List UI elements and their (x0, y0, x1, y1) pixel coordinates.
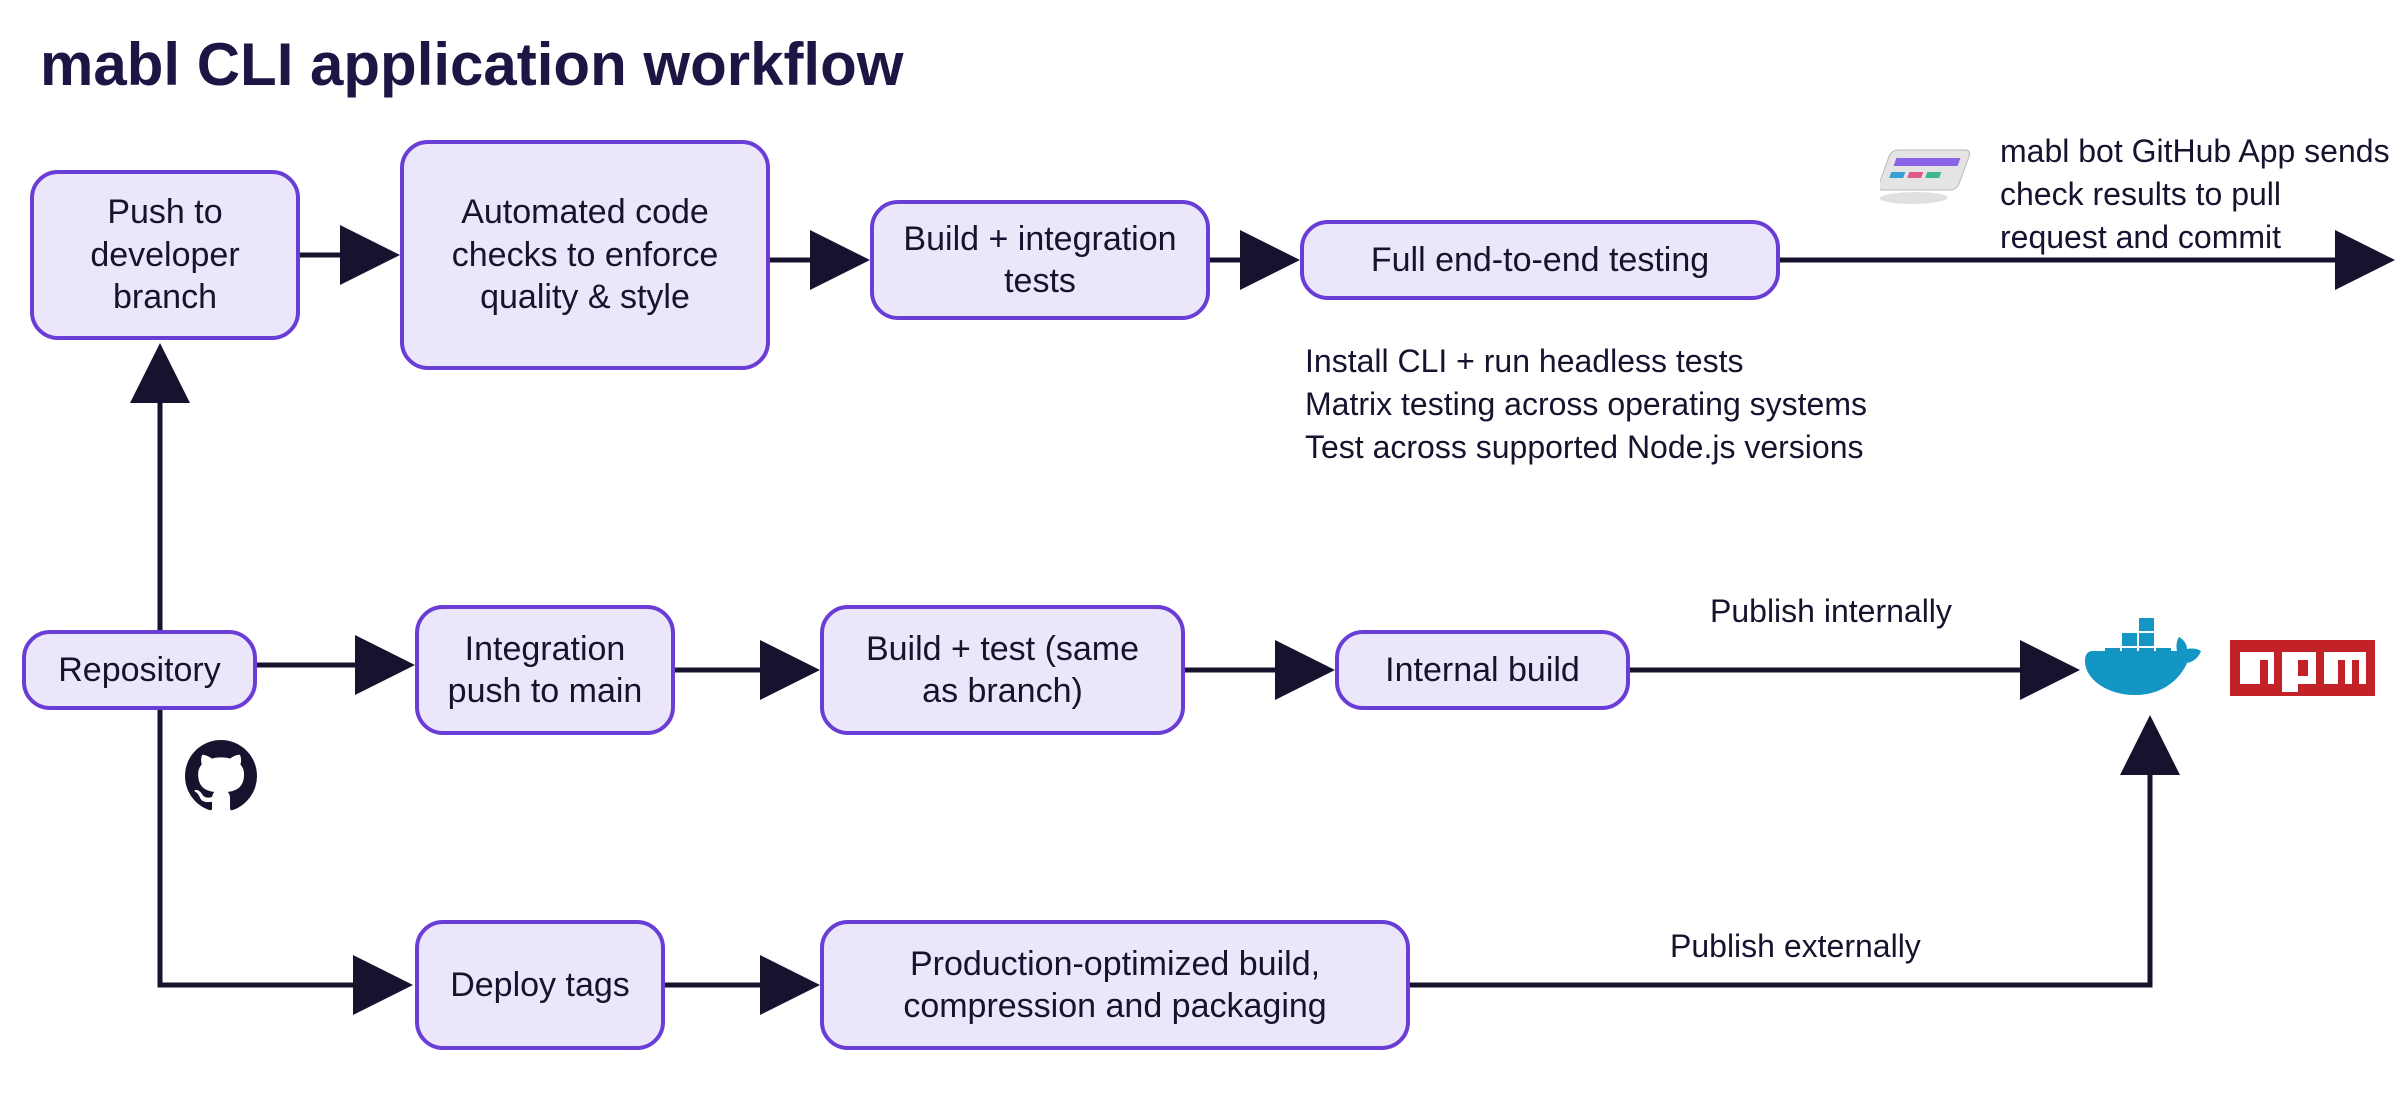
node-repo: Repository (22, 630, 257, 710)
mabl-bot-icon (1880, 140, 1980, 210)
npm-icon (2230, 640, 2375, 696)
node-deploy: Deploy tags (415, 920, 665, 1050)
node-internal: Internal build (1335, 630, 1630, 710)
node-build-test: Build + test (same as branch) (820, 605, 1185, 735)
annotation-pub-int: Publish internally (1710, 590, 1952, 633)
docker-icon (2085, 610, 2205, 700)
annotation-bot: mabl bot GitHub App sends check results … (2000, 130, 2390, 260)
annotation-pub-ext: Publish externally (1670, 925, 1921, 968)
node-push-dev: Push to developer branch (30, 170, 300, 340)
github-icon (185, 740, 257, 812)
diagram-title: mabl CLI application workflow (40, 30, 903, 99)
node-build-int: Build + integration tests (870, 200, 1210, 320)
annotation-e2e-sub: Install CLI + run headless tests Matrix … (1305, 340, 2005, 470)
node-prod: Production-optimized build, compression … (820, 920, 1410, 1050)
node-e2e: Full end-to-end testing (1300, 220, 1780, 300)
node-int-push: Integration push to main (415, 605, 675, 735)
node-checks: Automated code checks to enforce quality… (400, 140, 770, 370)
